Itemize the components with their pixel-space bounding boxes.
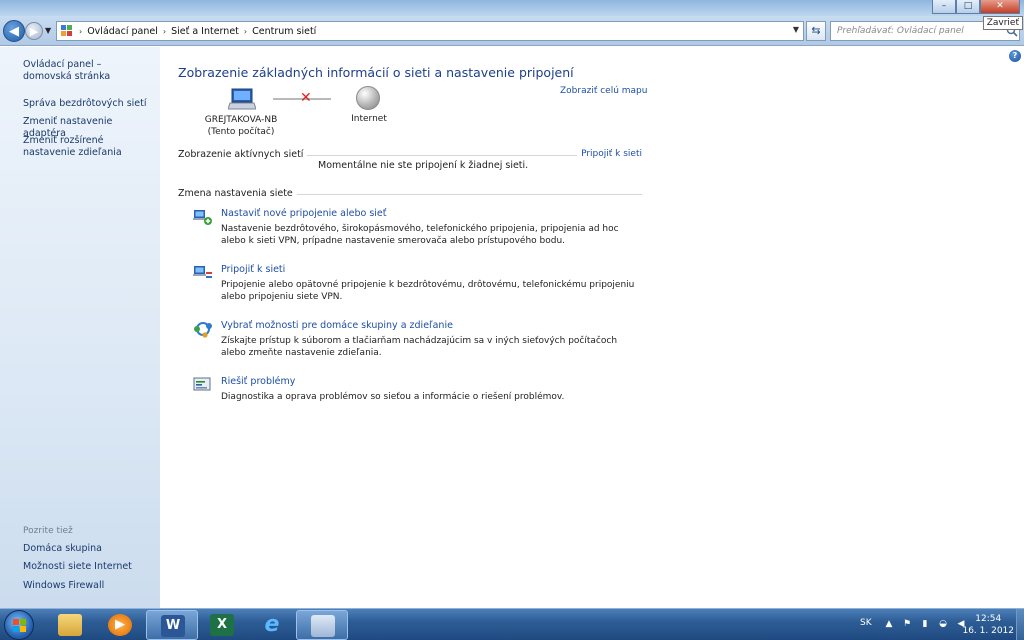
- see-also-heading: Pozrite tiež: [23, 526, 73, 536]
- window-controls: – □ ✕: [932, 0, 1020, 14]
- clock[interactable]: 12:54 16. 1. 2012: [962, 613, 1014, 637]
- address-bar[interactable]: › Ovládací panel › Sieť a Internet › Cen…: [56, 21, 804, 41]
- battery-icon[interactable]: ▮: [920, 619, 930, 630]
- breadcrumb-separator-icon: ›: [162, 26, 167, 36]
- computer-label: GREJTAKOVA-NB (Tento počítač): [180, 114, 302, 138]
- close-tooltip: Zavrieť: [982, 16, 1023, 30]
- task-title[interactable]: Nastaviť nové pripojenie alebo sieť: [221, 208, 387, 219]
- control-panel-icon: [61, 25, 75, 37]
- connect-to-network-link[interactable]: Pripojiť k sieti: [577, 149, 642, 159]
- sidebar-link-sharing[interactable]: Zmeniť rozšírené nastavenie zdieľania: [23, 135, 153, 159]
- windows-logo-icon: [13, 619, 26, 632]
- excel-icon: X: [210, 614, 234, 636]
- internet-globe-icon[interactable]: [356, 86, 380, 110]
- breadcrumb-separator-icon: ›: [243, 26, 248, 36]
- word-icon: W: [161, 615, 185, 637]
- forward-button[interactable]: ▶: [25, 22, 43, 40]
- control-panel-icon: [311, 615, 335, 637]
- recent-pages-dropdown-icon[interactable]: ▼: [45, 26, 51, 35]
- language-indicator[interactable]: SK: [860, 618, 872, 628]
- sidebar: Ovládací panel – domovská stránka Správa…: [0, 47, 160, 608]
- sidebar-link-home[interactable]: Ovládací panel – domovská stránka: [23, 59, 153, 83]
- breadcrumb-separator-icon: ›: [79, 26, 83, 36]
- navigation-bar: ◀ ▶ ▼ › Ovládací panel › Sieť a Internet…: [0, 16, 1024, 46]
- flag-icon[interactable]: ⚑: [902, 619, 912, 630]
- main-content: ? Zobrazenie základných informácií o sie…: [160, 47, 1024, 608]
- task-description: Diagnostika a oprava problémov so sieťou…: [221, 392, 565, 402]
- folder-icon: [58, 614, 82, 636]
- clock-time: 12:54: [975, 614, 1002, 624]
- computer-icon[interactable]: [228, 87, 256, 111]
- breadcrumb-network-internet[interactable]: Sieť a Internet: [171, 26, 239, 37]
- computer-subtitle: (Tento počítač): [207, 127, 275, 137]
- sidebar-link-firewall[interactable]: Windows Firewall: [23, 580, 153, 592]
- title-bar: – □ ✕: [0, 0, 1024, 16]
- clock-date: 16. 1. 2012: [962, 626, 1014, 636]
- sidebar-link-internet-options[interactable]: Možnosti siete Internet: [23, 561, 153, 573]
- taskbar-excel[interactable]: X: [196, 610, 248, 640]
- taskbar-control-panel[interactable]: [296, 610, 348, 640]
- system-tray: SK ▲ ⚑ ▮ ◒ ◀ 12:54 16. 1. 2012: [834, 609, 1024, 640]
- media-player-icon: ▶: [108, 614, 132, 636]
- taskbar-media-player[interactable]: ▶: [94, 610, 146, 640]
- refresh-button[interactable]: ⇆: [806, 21, 826, 41]
- network-icon[interactable]: ◒: [938, 619, 948, 630]
- troubleshoot-icon: [193, 377, 211, 391]
- minimize-button[interactable]: –: [932, 0, 956, 14]
- back-arrow-icon: ◀: [9, 24, 19, 39]
- help-icon[interactable]: ?: [1009, 50, 1021, 62]
- forward-arrow-icon: ▶: [29, 25, 39, 38]
- start-button[interactable]: [4, 610, 34, 640]
- sidebar-link-homegroup[interactable]: Domáca skupina: [23, 543, 153, 555]
- task-description: Pripojenie alebo opätovné pripojenie k b…: [221, 280, 635, 302]
- taskbar: ▶ W X e SK ▲ ⚑ ▮ ◒ ◀ 12:54 16. 1. 2012: [0, 608, 1024, 640]
- breadcrumb-network-center[interactable]: Centrum sietí: [252, 26, 316, 37]
- disconnected-x-icon: ✕: [300, 90, 312, 106]
- page-title: Zobrazenie základných informácií o sieti…: [178, 65, 574, 80]
- show-desktop-button[interactable]: [1016, 609, 1024, 640]
- back-button[interactable]: ◀: [3, 20, 25, 42]
- task-description: Získajte prístup k súborom a tlačiarňam …: [221, 336, 618, 358]
- task-description: Nastavenie bezdrôtového, širokopásmového…: [221, 224, 619, 246]
- sidebar-link-wireless[interactable]: Správa bezdrôtových sietí: [23, 98, 153, 110]
- close-button[interactable]: ✕: [980, 0, 1020, 14]
- computer-name: GREJTAKOVA-NB: [204, 115, 278, 125]
- breadcrumb-control-panel[interactable]: Ovládací panel: [87, 26, 158, 37]
- address-dropdown-icon[interactable]: ▼: [793, 25, 799, 34]
- change-settings-section: Zmena nastavenia siete: [178, 188, 642, 200]
- task-title[interactable]: Riešiť problémy: [221, 376, 295, 387]
- taskbar-word[interactable]: W: [146, 610, 198, 640]
- task-title[interactable]: Pripojiť k sieti: [221, 264, 285, 275]
- internet-label: Internet: [351, 114, 387, 124]
- show-hidden-icons-icon[interactable]: ▲: [884, 619, 894, 630]
- network-connect-icon: [193, 266, 212, 278]
- change-settings-heading: Zmena nastavenia siete: [178, 188, 297, 199]
- refresh-icon: ⇆: [811, 24, 821, 37]
- full-map-link[interactable]: Zobraziť celú mapu: [560, 86, 647, 96]
- task-title[interactable]: Vybrať možnosti pre domáce skupiny a zdi…: [221, 320, 453, 331]
- internet-explorer-icon: e: [264, 612, 280, 637]
- active-networks-heading: Zobrazenie aktívnych sietí: [178, 149, 308, 160]
- taskbar-explorer[interactable]: [44, 610, 96, 640]
- homegroup-icon: [194, 322, 212, 338]
- maximize-button[interactable]: □: [956, 0, 980, 14]
- no-connection-message: Momentálne nie ste pripojení k žiadnej s…: [318, 160, 529, 171]
- taskbar-internet-explorer[interactable]: e: [246, 610, 298, 640]
- network-setup-icon: [193, 210, 212, 225]
